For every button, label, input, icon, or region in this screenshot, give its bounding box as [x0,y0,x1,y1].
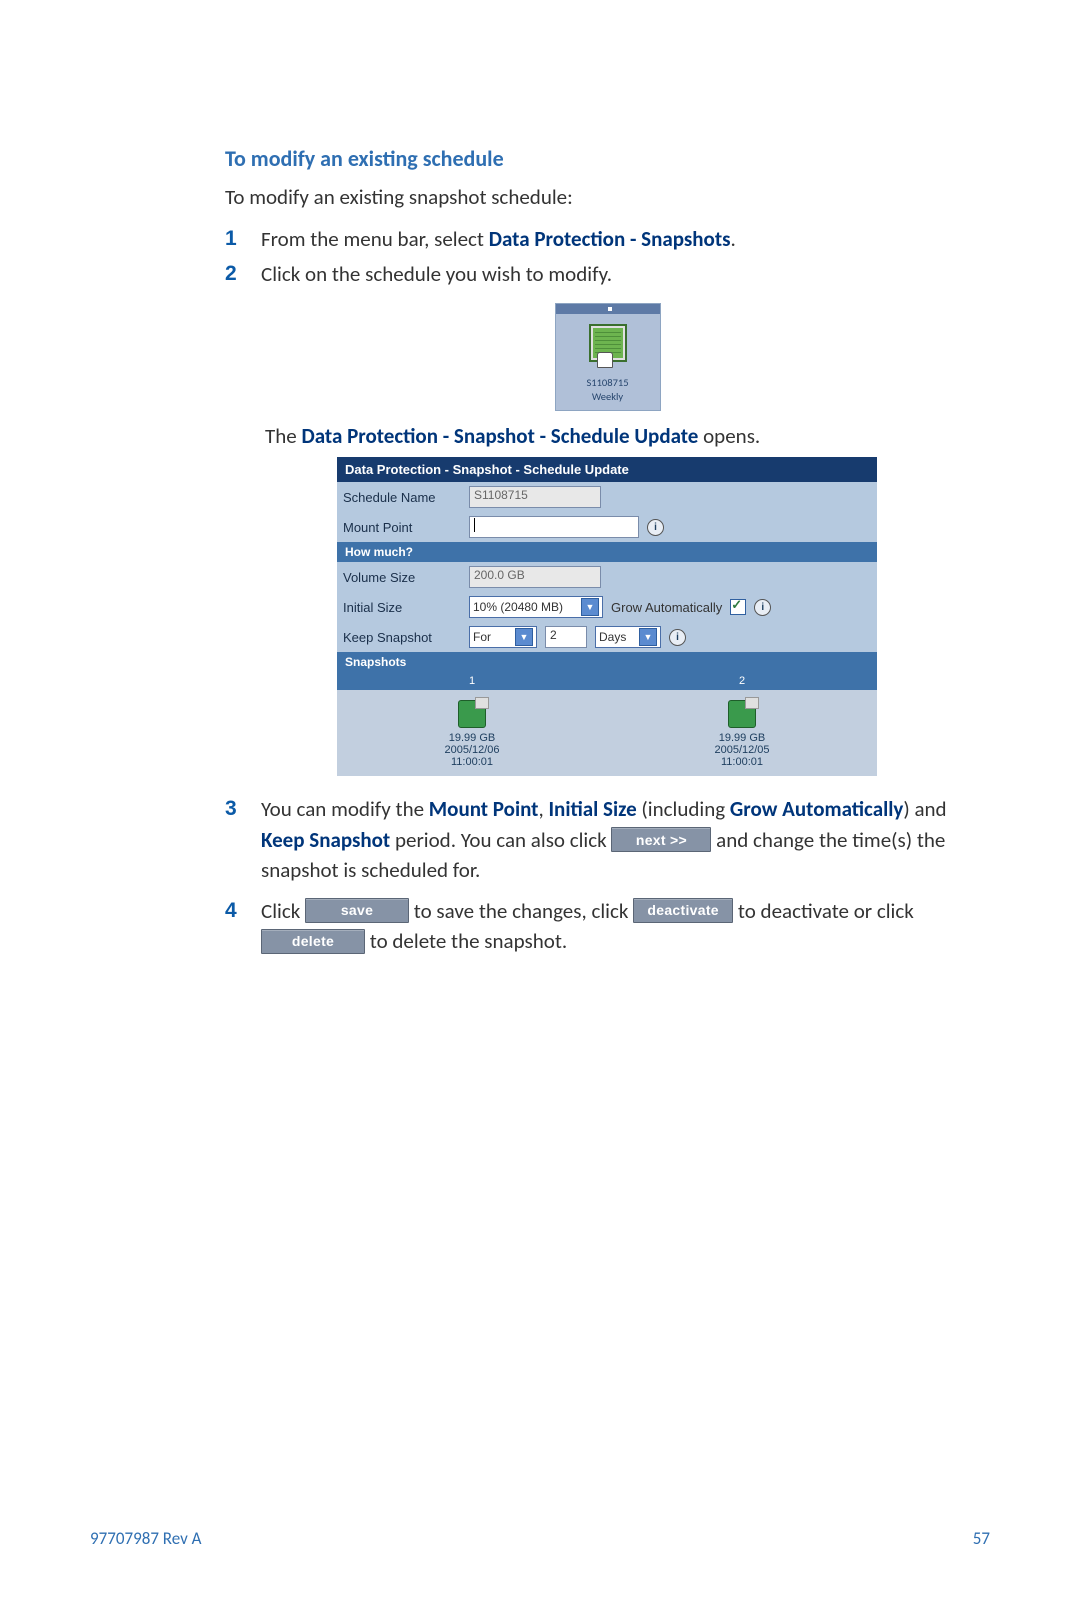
col-1: 1 [337,672,607,690]
footer-doc-id: 97707987 Rev A [90,1528,201,1549]
keep-for-select[interactable]: For ▼ [469,626,537,648]
initial-size-label: Initial Size [343,600,461,615]
t: to save the changes, click [409,898,633,924]
intro-text: To modify an existing snapshot schedule: [225,182,990,212]
how-much-header: How much? [337,542,877,562]
mount-point-label: Mount Point [343,520,461,535]
initial-size-term: Initial Size [548,796,636,822]
t: You can modify the [261,796,429,822]
step2-text: Click on the schedule you wish to modify… [261,259,990,289]
keep-unit-select[interactable]: Days ▼ [595,626,661,648]
initial-size-select[interactable]: 10% (20480 MB) ▼ [469,596,603,618]
info-icon[interactable]: i [669,629,686,646]
chevron-down-icon: ▼ [515,628,533,646]
schedule-thumbnail: S1108715 Weekly [555,303,661,411]
grow-auto-checkbox[interactable] [730,599,746,615]
info-icon[interactable]: i [754,599,771,616]
keep-snapshot-term: Keep Snapshot [261,827,390,853]
snap1-time: 11:00:01 [341,756,603,768]
keep-unit-value: Days [599,630,635,644]
schedule-update-panel: Data Protection - Snapshot - Schedule Up… [337,457,877,776]
step-1: 1 From the menu bar, select Data Protect… [225,224,990,254]
t: Click [261,898,305,924]
snapshots-header: Snapshots [337,652,877,672]
step1-pre: From the menu bar, select [261,226,489,252]
schedule-name-label: Schedule Name [343,490,461,505]
save-button[interactable]: save [305,898,409,923]
t: to delete the snapshot. [365,928,567,954]
thumb-freq: Weekly [592,390,623,403]
step1-post: . [730,226,735,252]
schedule-name-field[interactable]: S1108715 [469,486,601,508]
snapshot-cell-1[interactable]: 19.99 GB 2005/12/06 11:00:01 [337,690,607,776]
keep-snapshot-label: Keep Snapshot [343,630,461,645]
menu-path: Data Protection - Snapshots [489,226,731,252]
info-icon[interactable]: i [647,519,664,536]
opens-bold: Data Protection - Snapshot - Schedule Up… [301,423,698,449]
snapshot-columns: 1 2 [337,672,877,690]
delete-button[interactable]: delete [261,929,365,954]
initial-size-value: 10% (20480 MB) [473,600,577,614]
t: ) and [903,796,946,822]
volume-size-label: Volume Size [343,570,461,585]
mount-point-field[interactable] [469,516,639,538]
thumb-name: S1108715 [586,378,628,389]
hand-cursor-icon [597,352,613,368]
snapshot-icon [458,700,486,728]
grow-auto-label: Grow Automatically [611,600,722,615]
panel-title: Data Protection - Snapshot - Schedule Up… [337,457,877,482]
volume-size-field: 200.0 GB [469,566,601,588]
mount-point-term: Mount Point [429,796,539,822]
chevron-down-icon: ▼ [581,598,599,616]
step-2: 2 Click on the schedule you wish to modi… [225,259,990,289]
next-button[interactable]: next >> [611,827,711,852]
col-2: 2 [607,672,877,690]
t: period. You can also click [390,827,611,853]
opens-post: opens. [698,423,760,449]
snap1-date: 2005/12/06 [341,744,603,756]
chevron-down-icon: ▼ [639,628,657,646]
section-heading: To modify an existing schedule [225,145,990,172]
footer-page-number: 57 [973,1528,990,1549]
deactivate-button[interactable]: deactivate [633,898,733,923]
snap2-time: 11:00:01 [611,756,873,768]
snap2-date: 2005/12/05 [611,744,873,756]
opens-pre: The [265,423,301,449]
keep-for-value: For [473,630,511,644]
opens-line: The Data Protection - Snapshot - Schedul… [265,423,990,449]
grow-auto-term: Grow Automatically [730,796,903,822]
keep-number-field[interactable]: 2 [545,626,587,648]
snap1-size: 19.99 GB [341,732,603,744]
snapshot-icon [728,700,756,728]
snap2-size: 19.99 GB [611,732,873,744]
snapshot-cell-2[interactable]: 19.99 GB 2005/12/05 11:00:01 [607,690,877,776]
t: , [538,796,548,822]
step-3: 3 You can modify the Mount Point, Initia… [225,794,990,885]
step-4: 4 Click save to save the changes, click … [225,896,990,957]
t: to deactivate or click [733,898,914,924]
t: (including [637,796,730,822]
